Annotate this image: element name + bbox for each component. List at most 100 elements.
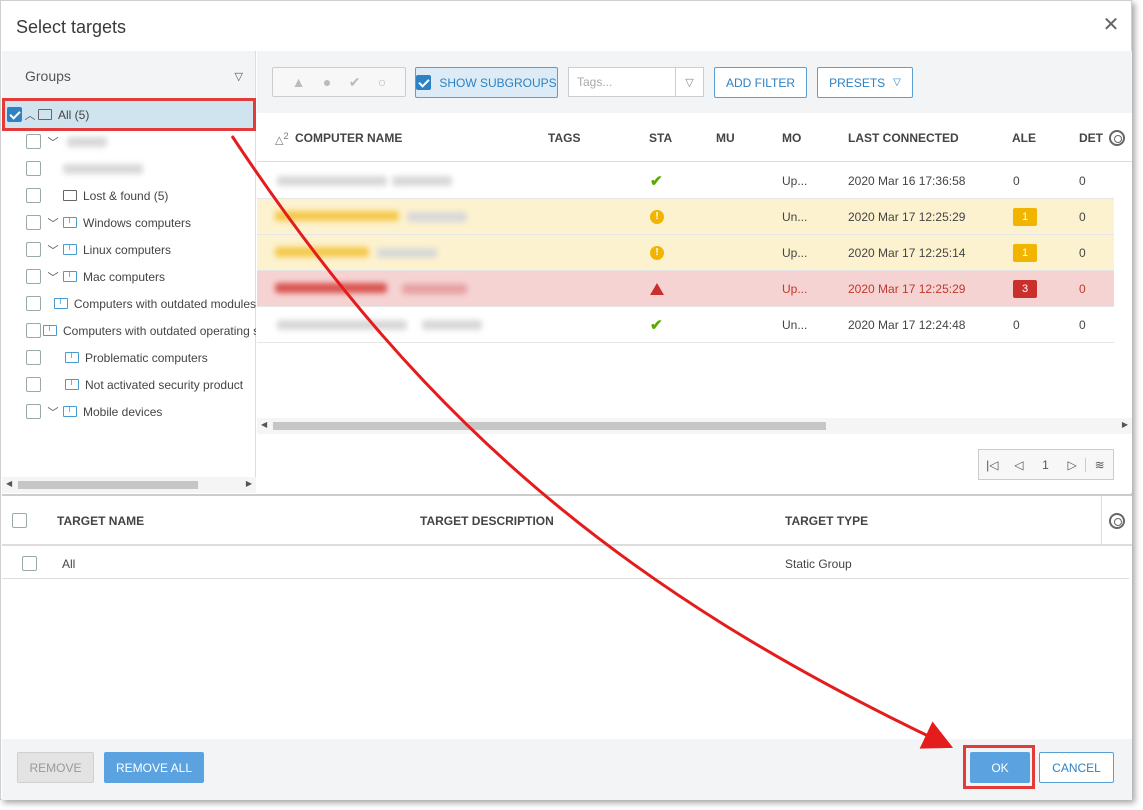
- alerts-badge: 1: [1013, 244, 1037, 262]
- targets-settings-gear-icon[interactable]: [1109, 513, 1125, 529]
- table-row[interactable]: All Static Group: [2, 548, 1129, 579]
- table-row[interactable]: ✔ Up... 2020 Mar 16 17:36:58 0 0: [257, 163, 1114, 199]
- tree-item-label: Mobile devices: [83, 404, 163, 419]
- pagination: |◁ ◁ 1 ▷ ≋: [978, 449, 1114, 480]
- grid-scrollbar[interactable]: ◀ ▶: [257, 418, 1132, 434]
- checkbox[interactable]: [26, 323, 41, 338]
- show-subgroups-toggle[interactable]: SHOW SUBGROUPS: [415, 67, 558, 98]
- last-connected-cell: 2020 Mar 17 12:25:14: [848, 246, 966, 260]
- tree-item-linux[interactable]: ﹀ Linux computers: [2, 236, 256, 263]
- checkbox[interactable]: [26, 269, 41, 284]
- col-detections[interactable]: DET: [1079, 131, 1103, 145]
- col-muted[interactable]: MU: [716, 131, 735, 145]
- tree-item-problematic[interactable]: Problematic computers: [2, 344, 256, 371]
- grid-header: △2 COMPUTER NAME TAGS STA MU MO LAST CON…: [257, 113, 1132, 162]
- checkbox[interactable]: [26, 377, 41, 392]
- alerts-badge: 1: [1013, 208, 1037, 226]
- warning-triangle-icon[interactable]: ▲: [292, 74, 306, 90]
- blurred-ip: [402, 284, 467, 294]
- blurred-computer-name: [275, 211, 399, 221]
- dynamic-group-icon: [63, 216, 77, 228]
- checkbox[interactable]: [26, 350, 41, 365]
- chevron-down-icon[interactable]: ﹀: [45, 242, 61, 258]
- tree-item-blurred[interactable]: ﹀: [2, 128, 256, 155]
- table-row[interactable]: Up... 2020 Mar 17 12:25:29 3 0: [257, 271, 1114, 307]
- checkbox[interactable]: [26, 215, 41, 230]
- groups-header[interactable]: Groups ▽: [2, 51, 255, 101]
- last-connected-cell: 2020 Mar 17 12:25:29: [848, 282, 966, 296]
- tree-item-mac[interactable]: ﹀ Mac computers: [2, 263, 256, 290]
- remove-all-button[interactable]: REMOVE ALL: [104, 752, 204, 783]
- scroll-thumb[interactable]: [18, 481, 198, 489]
- layers-icon[interactable]: ≋: [1085, 457, 1113, 472]
- col-computer-name[interactable]: COMPUTER NAME: [295, 131, 402, 145]
- checkbox[interactable]: [26, 242, 41, 257]
- sort-order: 2: [283, 131, 289, 141]
- scroll-left-icon[interactable]: ◀: [6, 479, 12, 488]
- tree-item-windows[interactable]: ﹀ Windows computers: [2, 209, 256, 236]
- table-row[interactable]: ✔ Un... 2020 Mar 17 12:24:48 0 0: [257, 307, 1114, 343]
- tree-item-label: Linux computers: [83, 242, 172, 257]
- last-connected-cell: 2020 Mar 17 12:25:29: [848, 210, 966, 224]
- col-last-connected[interactable]: LAST CONNECTED: [848, 131, 959, 145]
- status-filter[interactable]: ▲ ● ✔ ○: [272, 67, 406, 97]
- target-name-cell: All: [62, 557, 76, 571]
- dynamic-group-icon: [43, 324, 57, 336]
- circle-icon[interactable]: ○: [378, 74, 386, 90]
- cancel-button[interactable]: CANCEL: [1039, 752, 1114, 783]
- grid-settings-gear-icon[interactable]: [1109, 130, 1125, 146]
- tree-item-mobile[interactable]: ﹀ Mobile devices: [2, 398, 256, 425]
- scroll-right-icon[interactable]: ▶: [246, 479, 252, 488]
- close-icon[interactable]: ✕: [1101, 15, 1121, 35]
- col-modules[interactable]: MO: [782, 131, 801, 145]
- detections-cell: 0: [1079, 174, 1086, 188]
- sort-asc-icon[interactable]: △2: [275, 131, 289, 147]
- col-tags[interactable]: TAGS: [548, 131, 580, 145]
- chevron-down-icon[interactable]: ▽: [235, 70, 243, 83]
- select-all-checkbox[interactable]: [12, 513, 27, 528]
- tree-item-lost-found[interactable]: Lost & found (5): [2, 182, 256, 209]
- table-row[interactable]: ! Un... 2020 Mar 17 12:25:29 1 0: [257, 199, 1114, 235]
- prev-page-icon[interactable]: ◁: [1006, 458, 1033, 472]
- tree-item-not-activated[interactable]: Not activated security product: [2, 371, 256, 398]
- chevron-down-icon[interactable]: ▽: [675, 68, 703, 96]
- tree-item-label: Computers with outdated modules: [73, 296, 256, 311]
- add-filter-button[interactable]: ADD FILTER: [714, 67, 807, 98]
- presets-button[interactable]: PRESETS ▽: [817, 67, 913, 98]
- check-icon[interactable]: ✔: [349, 74, 361, 91]
- scroll-right-icon[interactable]: ▶: [1122, 420, 1128, 429]
- tree-item-outdated-modules[interactable]: Computers with outdated modules: [2, 290, 256, 317]
- alert-circle-icon[interactable]: ●: [323, 74, 331, 90]
- next-page-icon[interactable]: ▷: [1059, 458, 1086, 472]
- tags-input[interactable]: Tags... ▽: [568, 67, 704, 97]
- chevron-down-icon[interactable]: ﹀: [45, 269, 61, 285]
- col-target-name[interactable]: TARGET NAME: [57, 514, 144, 528]
- chevron-down-icon[interactable]: ﹀: [45, 134, 61, 150]
- checkbox[interactable]: [26, 296, 41, 311]
- blurred-label: [67, 136, 107, 147]
- checkbox[interactable]: [26, 404, 41, 419]
- checkbox[interactable]: [26, 188, 41, 203]
- remove-button[interactable]: REMOVE: [17, 752, 94, 783]
- groups-scrollbar[interactable]: ◀ ▶: [2, 477, 256, 493]
- tree-item-blurred[interactable]: [2, 155, 256, 182]
- filter-toolbar: ▲ ● ✔ ○ SHOW SUBGROUPS Tags... ▽ ADD FIL…: [257, 51, 1132, 113]
- chevron-down-icon: ▽: [893, 77, 901, 88]
- col-target-type[interactable]: TARGET TYPE: [785, 514, 868, 528]
- checkbox[interactable]: [26, 134, 41, 149]
- chevron-down-icon[interactable]: ﹀: [45, 215, 61, 231]
- col-alerts[interactable]: ALE: [1012, 131, 1036, 145]
- row-checkbox[interactable]: [22, 556, 37, 571]
- col-status[interactable]: STA: [649, 131, 672, 145]
- dynamic-group-icon: [63, 243, 77, 255]
- col-target-description[interactable]: TARGET DESCRIPTION: [420, 514, 554, 528]
- dynamic-group-icon: [53, 297, 68, 309]
- scroll-thumb[interactable]: [273, 422, 826, 430]
- first-page-icon[interactable]: |◁: [979, 458, 1006, 472]
- scroll-left-icon[interactable]: ◀: [261, 420, 267, 429]
- table-row[interactable]: ! Up... 2020 Mar 17 12:25:14 1 0: [257, 235, 1114, 271]
- checkbox[interactable]: [26, 161, 41, 176]
- tree-item-outdated-os[interactable]: Computers with outdated operating system: [2, 317, 256, 344]
- chevron-down-icon[interactable]: ﹀: [45, 404, 61, 420]
- detections-cell: 0: [1079, 246, 1086, 260]
